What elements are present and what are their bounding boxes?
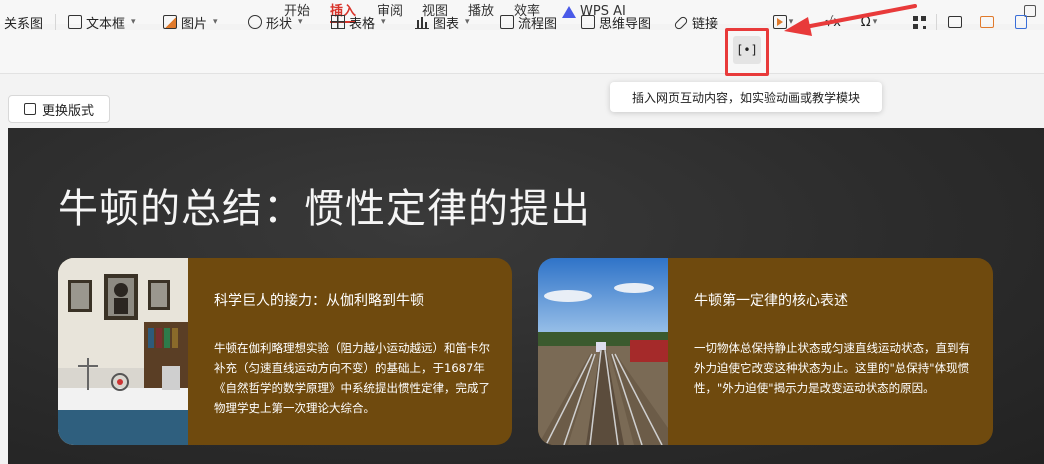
table-icon	[331, 15, 345, 29]
mindmap-icon	[581, 15, 595, 29]
form-button[interactable]	[976, 12, 998, 32]
chevron-down-icon: ▾	[298, 17, 303, 27]
flowchart-button[interactable]: 流程图	[500, 12, 557, 32]
textbox-label: 文本框	[86, 16, 126, 32]
slide-title[interactable]: 牛顿的总结：惯性定律的提出	[58, 176, 591, 234]
table-button[interactable]: 表格 ▾	[331, 12, 386, 32]
layout-icon	[23, 103, 36, 115]
card-first-law-statement[interactable]: 牛顿第一定律的核心表述 一切物体总保持静止状态或匀速直线运动状态，直到有外力迫使…	[538, 258, 993, 445]
picture-label: 图片	[181, 16, 208, 32]
chevron-down-icon: ▾	[465, 17, 470, 27]
relation-label: 关系图	[4, 16, 44, 32]
link-icon	[673, 15, 689, 31]
ribbon-separator	[936, 14, 937, 30]
annotation-arrow-icon	[784, 4, 917, 36]
chevron-down-icon: ▾	[213, 17, 218, 27]
laboratory-photo	[58, 258, 188, 445]
tab-play[interactable]: 播放	[468, 3, 494, 21]
picture-icon	[163, 15, 177, 29]
stamp-icon	[948, 16, 962, 28]
mindmap-button[interactable]: 思维导图	[581, 12, 651, 32]
textbox-icon	[68, 15, 82, 29]
help-doc-icon	[1015, 15, 1027, 29]
card-galileo-to-newton[interactable]: 科学巨人的接力：从伽利略到牛顿 牛顿在伽利略理想实验（阻力越小运动越远）和笛卡尔…	[58, 258, 512, 445]
card-body: 牛顿在伽利略理想实验（阻力越小运动越远）和笛卡尔补充（匀速直线运动方向不变）的基…	[214, 341, 490, 415]
tooltip: 插入网页互动内容，如实验动画或教学模块	[610, 82, 882, 112]
relation-diagram-button[interactable]: 关系图	[4, 12, 43, 32]
table-label: 表格	[349, 16, 376, 32]
shape-button[interactable]: 形状 ▾	[248, 12, 303, 32]
ribbon-separator	[55, 14, 56, 30]
shape-label: 形状	[266, 16, 293, 32]
form-icon	[980, 16, 994, 28]
link-button[interactable]: 链接	[673, 12, 719, 32]
mindmap-label: 思维导图	[599, 16, 652, 32]
stamp-button[interactable]	[944, 12, 966, 32]
chart-button[interactable]: 图表 ▾	[415, 12, 470, 32]
change-layout-label: 更换版式	[41, 103, 94, 119]
link-label: 链接	[692, 16, 719, 32]
card-heading: 牛顿第一定律的核心表述	[694, 293, 848, 309]
shape-icon	[248, 15, 262, 29]
change-layout-button[interactable]: 更换版式	[8, 95, 110, 123]
help-button[interactable]	[1010, 12, 1032, 32]
chart-icon	[415, 15, 429, 29]
flowchart-icon	[500, 15, 514, 29]
card-body: 一切物体总保持静止状态或匀速直线运动状态，直到有外力迫使它改变这种状态为止。这里…	[694, 341, 970, 395]
chart-label: 图表	[433, 16, 460, 32]
textbox-button[interactable]: 文本框 ▾	[68, 12, 136, 32]
slide-canvas[interactable]: 牛顿的总结：惯性定律的提出 科学巨人的接力：从伽利略到牛顿 牛顿在伽利略理想实验…	[8, 128, 1044, 464]
wps-ai-logo-icon	[562, 6, 576, 18]
highlight-annotation-box	[725, 28, 769, 76]
railway-photo	[538, 258, 668, 445]
chevron-down-icon: ▾	[131, 17, 136, 27]
flowchart-label: 流程图	[518, 16, 558, 32]
picture-button[interactable]: 图片 ▾	[163, 12, 218, 32]
chevron-down-icon: ▾	[381, 17, 386, 27]
card-heading: 科学巨人的接力：从伽利略到牛顿	[214, 293, 424, 309]
